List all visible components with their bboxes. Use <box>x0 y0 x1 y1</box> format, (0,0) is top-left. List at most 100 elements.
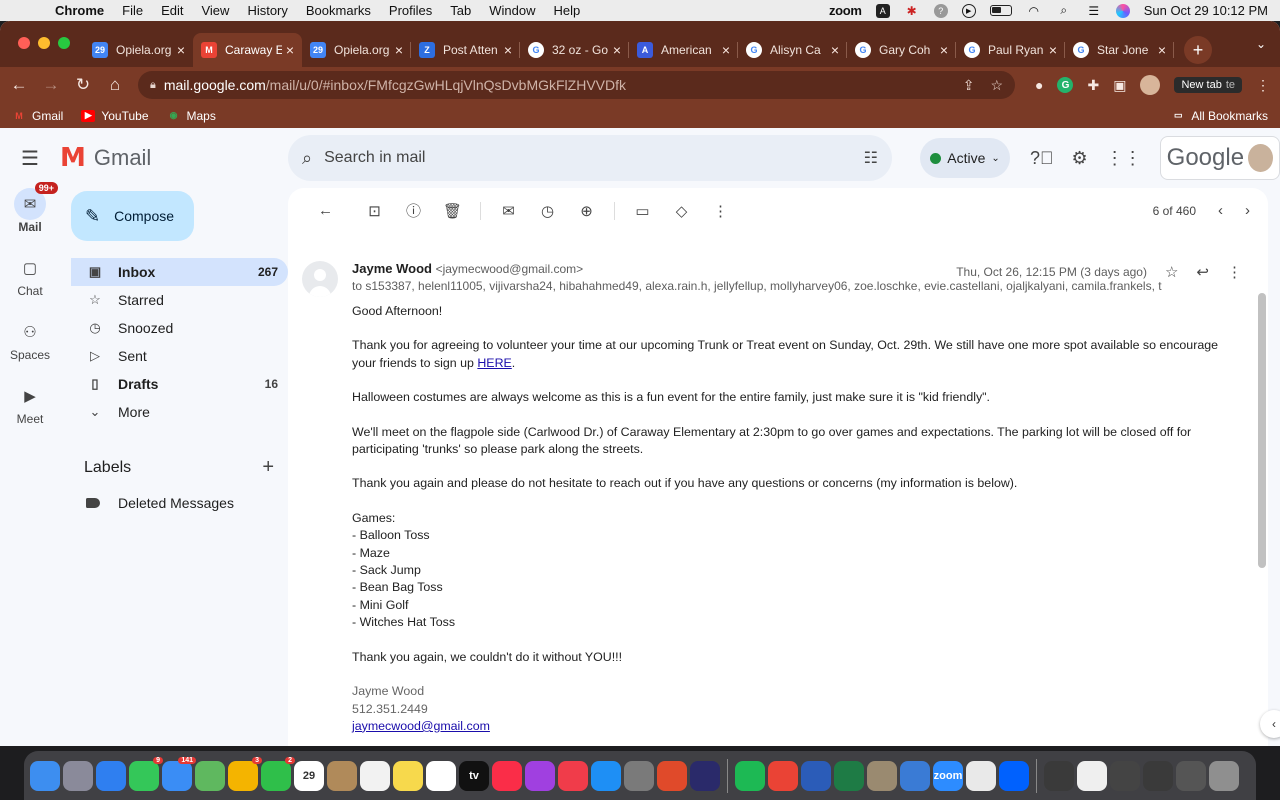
dock-app-safari-icon[interactable] <box>96 760 126 791</box>
compose-button[interactable]: ✎ Compose <box>71 191 194 241</box>
browser-tab[interactable]: G 32 oz - Go × <box>520 33 629 67</box>
close-tab-icon[interactable]: × <box>1158 42 1166 58</box>
zoom-window-button[interactable] <box>58 37 70 49</box>
create-label-plus-icon[interactable]: + <box>262 456 274 479</box>
browser-tab[interactable]: G Star Jone × <box>1065 33 1174 67</box>
dock-app-tv-icon[interactable]: tv <box>459 760 489 791</box>
browser-tab[interactable]: M Caraway E × <box>193 33 302 67</box>
menu-file[interactable]: File <box>113 3 152 18</box>
rail-mail[interactable]: ✉ 99+ Mail <box>0 182 60 234</box>
dock-app-podcasts-icon[interactable] <box>525 760 555 791</box>
star-icon[interactable]: ☆ <box>1165 263 1178 281</box>
help-status-icon[interactable]: ? <box>933 3 948 18</box>
menu-help[interactable]: Help <box>545 3 590 18</box>
search-bar[interactable]: ⌕ Search in mail ☷ <box>288 135 892 181</box>
dock-app-excel-icon[interactable] <box>834 760 864 791</box>
play-status-icon[interactable]: ▶ <box>961 3 976 18</box>
dock-app-eclipse-icon[interactable] <box>690 760 720 791</box>
home-icon[interactable]: ⌂ <box>106 75 124 95</box>
close-tab-icon[interactable]: × <box>613 42 621 58</box>
newer-chevron-left-icon[interactable]: ‹ <box>1218 202 1223 219</box>
bookmark-star-icon[interactable]: ☆ <box>990 77 1003 94</box>
search-icon[interactable]: ⌕ <box>302 148 312 169</box>
gmail-logo[interactable]: M Gmail <box>60 143 288 173</box>
bookmark-youtube[interactable]: ▶ YouTube <box>81 109 149 123</box>
dock-app-textedit-icon[interactable] <box>966 760 996 791</box>
new-tab-button[interactable]: + <box>1184 36 1212 64</box>
close-tab-icon[interactable]: × <box>177 42 185 58</box>
minimize-window-button[interactable] <box>38 37 50 49</box>
dock-app-finder-icon[interactable] <box>30 760 60 791</box>
rail-meet[interactable]: ▶ Meet <box>0 380 60 426</box>
all-bookmarks[interactable]: ▭ All Bookmarks <box>1171 109 1268 123</box>
dock-app-photos-icon[interactable]: 3 <box>228 756 262 791</box>
add-task-icon[interactable]: ⊕ <box>567 202 606 220</box>
sidebar-item-sent[interactable]: ▷ Sent <box>71 342 288 370</box>
dock-app-xcode-tools-icon[interactable] <box>900 760 930 791</box>
text-tool-icon[interactable]: A <box>875 3 890 18</box>
menu-app-name[interactable]: Chrome <box>46 3 113 18</box>
extension-status-icon[interactable]: ✱ <box>904 4 920 18</box>
search-input[interactable]: Search in mail <box>324 149 852 167</box>
sender-avatar[interactable] <box>302 261 338 297</box>
dock-app-launchpad-icon[interactable] <box>63 760 93 791</box>
dock-app-chrome-icon[interactable] <box>768 760 798 791</box>
lock-icon[interactable]: 🔒︎ <box>150 79 156 92</box>
browser-tab[interactable]: G Gary Coh × <box>847 33 956 67</box>
close-tab-icon[interactable]: × <box>286 42 294 58</box>
back-arrow-icon[interactable]: ← <box>10 75 28 95</box>
sender-name[interactable]: Jayme Wood <box>352 261 432 276</box>
snooze-clock-icon[interactable]: ◷ <box>528 202 567 220</box>
label-icon[interactable]: ◇ <box>662 202 701 220</box>
browser-menu-kebab-icon[interactable]: ⋮ <box>1256 77 1270 94</box>
browser-tab[interactable]: A American × <box>629 33 738 67</box>
google-apps-icon[interactable]: ⋮⋮ <box>1106 148 1142 169</box>
siri-icon[interactable] <box>1115 3 1130 18</box>
message-scrollbar[interactable] <box>1258 293 1266 568</box>
side-panel-toggle-chevron-icon[interactable]: ‹ <box>1260 710 1280 738</box>
menu-bookmarks[interactable]: Bookmarks <box>297 3 380 18</box>
share-icon[interactable]: ⇪ <box>963 77 975 94</box>
close-tab-icon[interactable]: × <box>504 42 512 58</box>
archive-icon[interactable]: ⊡ <box>355 202 394 220</box>
dock-app-screenshot-1-icon[interactable] <box>1044 760 1074 791</box>
sidebar-item-snoozed[interactable]: ◷ Snoozed <box>71 314 288 342</box>
extension-icon[interactable]: ● <box>1035 77 1043 93</box>
message-more-kebab-icon[interactable]: ⋮ <box>1227 263 1242 281</box>
close-tab-icon[interactable]: × <box>831 42 839 58</box>
browser-tab[interactable]: G Paul Ryan × <box>956 33 1065 67</box>
battery-icon[interactable] <box>989 5 1012 16</box>
menu-profiles[interactable]: Profiles <box>380 3 441 18</box>
dock-app-messages-icon[interactable]: 9 <box>129 756 163 791</box>
reload-icon[interactable]: ↻ <box>74 75 92 95</box>
control-center-icon[interactable]: ☰ <box>1086 4 1102 18</box>
menu-window[interactable]: Window <box>480 3 544 18</box>
dock-app-spotify-icon[interactable] <box>735 760 765 791</box>
dock-app-reminders-icon[interactable] <box>360 760 390 791</box>
dock-app-maps-icon[interactable] <box>195 760 225 791</box>
puzzle-extensions-icon[interactable]: ✚ <box>1087 77 1099 94</box>
dock-app-zoom-icon[interactable]: zoom <box>933 760 963 791</box>
settings-gear-icon[interactable]: ⚙ <box>1072 148 1088 169</box>
dock-app-contacts-icon[interactable] <box>327 760 357 791</box>
reply-icon[interactable]: ↩ <box>1196 263 1209 281</box>
dock-app-news-icon[interactable] <box>558 760 588 791</box>
dock-app-freeform-icon[interactable] <box>426 760 456 791</box>
forward-arrow-icon[interactable]: → <box>42 75 60 95</box>
dock-app-notes-icon[interactable] <box>393 760 423 791</box>
sidebar-item-more[interactable]: ⌄ More <box>71 398 288 426</box>
dock-app-trash-icon[interactable] <box>1209 760 1239 791</box>
sidebar-item-starred[interactable]: ☆ Starred <box>71 286 288 314</box>
dock-app-mail-icon[interactable]: 141 <box>162 756 196 791</box>
dock-app-calendar-icon[interactable]: 29 <box>294 760 324 791</box>
address-bar[interactable]: 🔒︎ mail.google.com /mail/u/0/#inbox/FMfc… <box>138 71 1016 99</box>
dock-app-preview-icon[interactable] <box>867 760 897 791</box>
bookmark-gmail[interactable]: M Gmail <box>12 109 63 123</box>
signature-email-link[interactable]: jaymecwood@gmail.com <box>352 719 490 733</box>
delete-trash-icon[interactable]: 🗑︎ <box>433 202 472 220</box>
menu-view[interactable]: View <box>192 3 238 18</box>
dock-app-system-settings-icon[interactable] <box>624 760 654 791</box>
dock-app-screenshot-3-icon[interactable] <box>1143 760 1173 791</box>
main-menu-icon[interactable]: ☰ <box>0 146 60 171</box>
sidebar-item-inbox[interactable]: ▣ Inbox 267 <box>71 258 288 286</box>
